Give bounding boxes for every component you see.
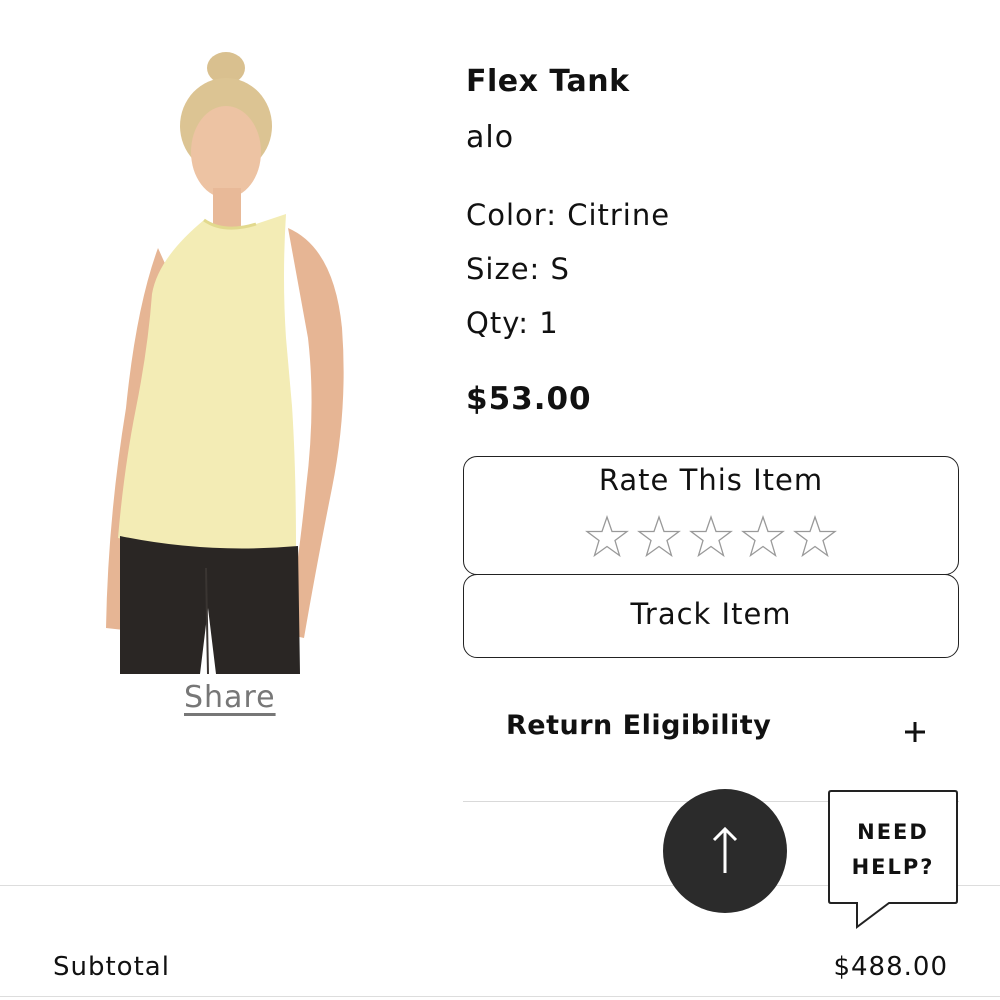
product-color: Color: Citrine (466, 198, 671, 232)
product-brand: alo (466, 120, 515, 155)
star-2-icon[interactable] (637, 515, 681, 559)
star-3-icon[interactable] (689, 515, 733, 559)
plus-icon[interactable] (903, 720, 927, 744)
need-help-button[interactable]: NEED HELP? (827, 789, 959, 929)
product-price: $53.00 (466, 381, 592, 417)
scroll-to-top-button[interactable] (663, 789, 787, 913)
share-link[interactable]: Share (184, 680, 276, 715)
product-qty: Qty: 1 (466, 306, 559, 340)
return-eligibility-label: Return Eligibility (506, 710, 772, 741)
rate-item-label: Rate This Item (598, 463, 824, 497)
product-image[interactable] (96, 48, 366, 675)
star-1-icon[interactable] (585, 515, 629, 559)
need-help-line1: NEED (857, 820, 929, 844)
track-item-label: Track Item (630, 597, 792, 631)
model-photo (106, 52, 344, 675)
subtotal-label: Subtotal (53, 952, 170, 982)
subtotal-value: $488.00 (833, 952, 948, 982)
bottom-divider (0, 996, 1000, 997)
track-item-button[interactable]: Track Item (463, 574, 959, 658)
product-title: Flex Tank (466, 64, 630, 99)
need-help-label: NEED HELP? (827, 815, 959, 885)
star-5-icon[interactable] (793, 515, 837, 559)
return-eligibility-toggle[interactable]: Return Eligibility (463, 690, 959, 802)
need-help-line2: HELP? (851, 855, 935, 879)
arrow-up-icon (712, 826, 738, 873)
star-4-icon[interactable] (741, 515, 785, 559)
star-rating[interactable] (585, 515, 837, 559)
product-size: Size: S (466, 252, 570, 286)
rate-item-box: Rate This Item (463, 456, 959, 575)
